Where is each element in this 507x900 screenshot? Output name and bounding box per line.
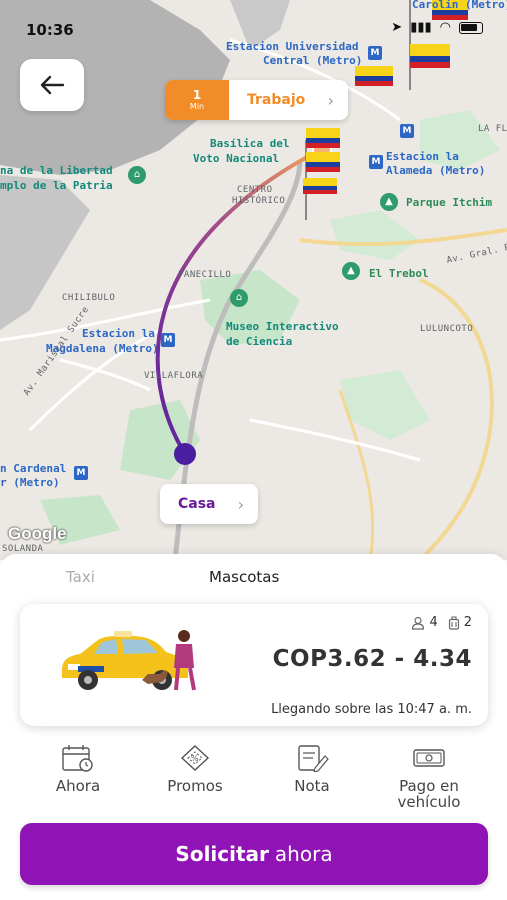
ticket-icon: % bbox=[180, 745, 210, 771]
status-time: 10:36 bbox=[26, 21, 74, 39]
map-label-luluncoto: LULUNCOTO bbox=[420, 324, 474, 334]
option-label: Ahora bbox=[55, 777, 101, 795]
map-label-basilica-2: Voto Nacional bbox=[193, 152, 280, 165]
park-icon: ▲ bbox=[342, 262, 360, 280]
metro-icon: M bbox=[161, 333, 175, 347]
cta-label-rest: ahora bbox=[274, 842, 333, 866]
chevron-right-icon: › bbox=[237, 494, 244, 514]
metro-icon: M bbox=[74, 466, 88, 480]
origin-chip[interactable]: Casa › bbox=[160, 484, 258, 524]
metro-icon: M bbox=[400, 124, 414, 138]
map-label-estacion-alameda-2: Alameda (Metro) bbox=[386, 164, 486, 177]
option-label: Promos bbox=[167, 777, 223, 795]
calendar-clock-icon bbox=[62, 745, 93, 772]
bottom-sheet: Taxi Mascotas 4 2 COP3.62 - 4.34 Llegand… bbox=[0, 554, 507, 900]
location-arrow-icon: ➤ bbox=[391, 20, 403, 35]
request-now-button[interactable]: Solicitar ahora bbox=[20, 823, 488, 885]
map-label-chilibulo: CHILIBULO bbox=[62, 293, 116, 303]
option-label-line2: vehículo bbox=[397, 793, 461, 811]
tab-mascotas[interactable]: Mascotas bbox=[209, 568, 279, 586]
map-label-magdalena-1: Estacion la bbox=[82, 327, 155, 340]
option-ahora[interactable]: Ahora bbox=[50, 744, 106, 794]
chevron-right-icon: › bbox=[327, 90, 334, 110]
luggage-count: 2 bbox=[463, 615, 472, 630]
passenger-icon bbox=[412, 616, 425, 630]
option-pago-en-vehiculo[interactable]: Pago en vehículo bbox=[388, 744, 470, 810]
service-tabs: Taxi Mascotas bbox=[0, 568, 507, 590]
map-label-parque-itchimbia: Parque Itchim bbox=[406, 196, 493, 209]
map-label-la-fl: LA FL bbox=[478, 124, 507, 134]
passenger-count: 4 bbox=[429, 615, 438, 630]
map-label-centro-historico-1: CENTRO bbox=[237, 185, 273, 195]
map-label-museo-2: de Ciencia bbox=[226, 335, 293, 348]
option-label: Nota bbox=[294, 777, 330, 795]
option-nota[interactable]: Nota bbox=[288, 744, 336, 794]
map-label-el-trebol: El Trebol bbox=[369, 267, 429, 280]
option-label-line1: Pago en bbox=[399, 777, 459, 795]
cash-icon bbox=[413, 749, 445, 767]
map-label-museo-1: Museo Interactivo bbox=[226, 320, 339, 333]
map-label-villaflora: VILLAFLORA bbox=[144, 371, 204, 381]
map-label-libertad-2: mplo de la Patria bbox=[0, 179, 113, 192]
vehicle-option-card[interactable]: 4 2 COP3.62 - 4.34 Llegando sobre las 10… bbox=[20, 604, 488, 726]
back-button[interactable] bbox=[20, 59, 84, 111]
landmark-icon: ⌂ bbox=[128, 166, 146, 184]
trip-options: Ahora % Promos Nota Pago en vehículo bbox=[0, 744, 507, 814]
destination-name: Trabajo bbox=[247, 92, 306, 108]
signal-icon: ▮▮▮ bbox=[410, 20, 432, 35]
option-promos[interactable]: % Promos bbox=[158, 744, 232, 794]
vehicle-capacity: 4 2 bbox=[411, 615, 472, 630]
map-label-cardenal-1: n Cardenal bbox=[0, 462, 67, 475]
battery-icon bbox=[459, 21, 483, 34]
cta-label-strong: Solicitar bbox=[175, 842, 269, 866]
museum-icon: ⌂ bbox=[230, 289, 248, 307]
eta-value: 1 bbox=[192, 87, 202, 102]
price-range: COP3.62 - 4.34 bbox=[272, 646, 472, 672]
arrow-left-icon bbox=[40, 75, 65, 95]
google-logo: Google bbox=[8, 524, 67, 543]
map-label-libertad-1: na de la Libertad bbox=[0, 164, 113, 177]
status-icons: ➤ ▮▮▮ ◠ bbox=[391, 20, 483, 35]
arrival-time: Llegando sobre las 10:47 a. m. bbox=[271, 702, 472, 717]
status-bar: 10:36 ➤ ▮▮▮ ◠ bbox=[0, 0, 507, 56]
park-icon: ▲ bbox=[380, 193, 398, 211]
map-label-cardenal-2: r (Metro) bbox=[0, 476, 60, 489]
map-label-basilica-1: Basílica del bbox=[210, 137, 290, 150]
luggage-icon bbox=[448, 615, 459, 630]
destination-eta: 1 Min bbox=[165, 80, 229, 120]
tab-taxi[interactable]: Taxi bbox=[66, 568, 95, 586]
map-label-centro-historico-2: HISTÓRICO bbox=[232, 196, 286, 206]
origin-name: Casa bbox=[178, 496, 216, 512]
map-label-estacion-alameda-1: Estacion la bbox=[386, 150, 459, 163]
note-pencil-icon bbox=[298, 745, 329, 772]
eta-unit: Min bbox=[189, 101, 205, 111]
destination-chip[interactable]: 1 Min Trabajo › bbox=[165, 80, 348, 120]
map-label-panecillo: PANECILLO bbox=[178, 270, 232, 280]
metro-icon: M bbox=[369, 155, 383, 169]
map-label-solanda: SOLANDA bbox=[2, 544, 44, 554]
taxi-pet-illustration bbox=[58, 626, 208, 698]
wifi-icon: ◠ bbox=[439, 20, 451, 35]
svg-text:%: % bbox=[191, 754, 199, 763]
